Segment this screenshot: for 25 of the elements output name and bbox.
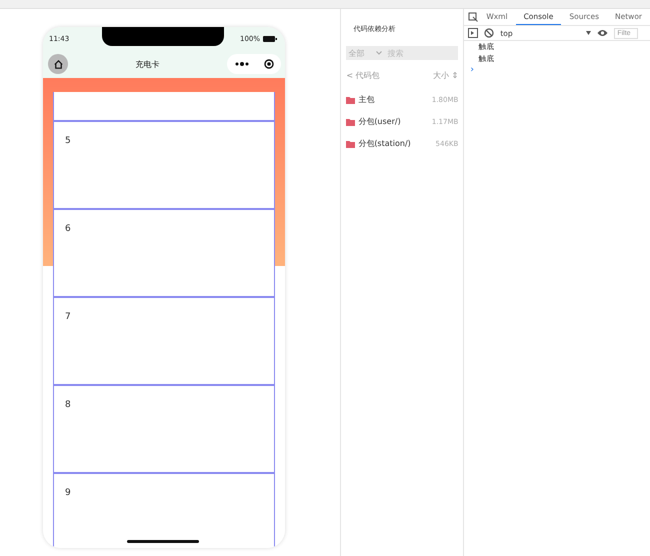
home-button[interactable]	[48, 54, 68, 74]
page-title: 充电卡	[136, 58, 160, 70]
clear-icon[interactable]	[484, 28, 494, 38]
package-name[interactable]: 主包	[358, 94, 429, 105]
folder-icon	[346, 140, 356, 148]
folder-icon	[346, 118, 356, 126]
inspect-icon[interactable]	[468, 12, 478, 22]
more-icon[interactable]	[234, 61, 248, 67]
package-name[interactable]: 分包(station/)	[358, 138, 433, 149]
card-number: 5	[65, 136, 71, 146]
close-icon[interactable]	[264, 59, 274, 69]
card-number: 7	[65, 312, 71, 322]
card-number: 9	[65, 488, 71, 498]
eye-icon[interactable]	[597, 29, 608, 37]
folder-icon	[346, 96, 356, 104]
home-indicator	[127, 540, 199, 543]
card-number: 6	[65, 224, 71, 234]
console-prompt[interactable]: ›	[464, 65, 650, 75]
package-name[interactable]: 分包(user/)	[358, 116, 429, 127]
card-number: 8	[65, 400, 71, 410]
battery-icon	[263, 36, 277, 42]
sidebar-icon[interactable]	[468, 28, 478, 38]
chevron-down-icon	[376, 51, 382, 55]
caret-icon	[586, 31, 592, 35]
home-icon	[52, 58, 64, 70]
